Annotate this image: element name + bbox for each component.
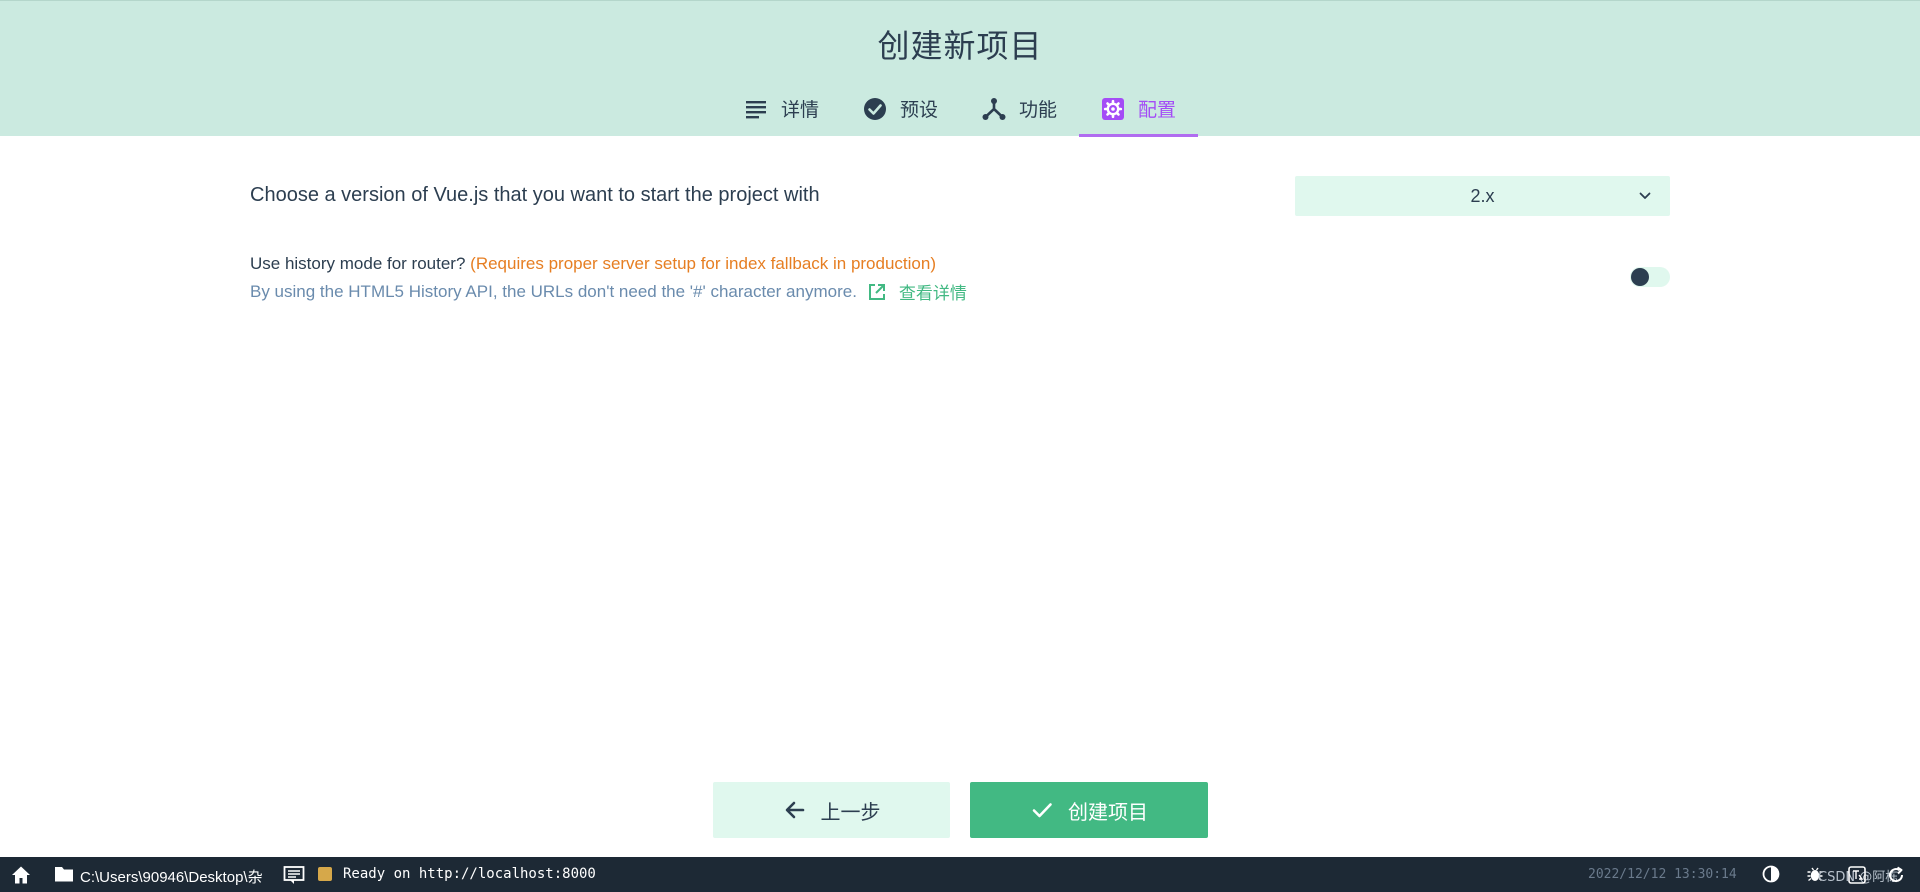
status-datetime: 2022/12/12 13:30:14 [1588,867,1737,882]
step-tabs: 详情 预设 功能 配置 [0,83,1920,137]
current-path[interactable]: C:\Users\90946\Desktop\杂 [80,866,263,887]
log-icon[interactable] [283,865,305,885]
tab-label: 预设 [899,99,938,121]
tab-configuration[interactable]: 配置 [1079,83,1199,137]
tab-presets[interactable]: 预设 [841,83,960,137]
fork-icon [982,97,1006,121]
log-badge-icon [318,867,332,881]
status-bar: C:\Users\90946\Desktop\杂 Ready on http:/… [0,857,1920,892]
check-circle-icon [863,97,887,121]
history-mode-toggle[interactable] [1630,267,1670,287]
tab-details[interactable]: 详情 [722,83,841,137]
check-icon [1032,803,1052,818]
vue-version-row: Choose a version of Vue.js that you want… [250,176,1670,216]
vue-version-value: 2.x [1470,185,1495,206]
translate-icon[interactable] [1848,866,1866,884]
create-project-label: 创建项目 [1068,799,1148,824]
home-icon[interactable] [10,864,32,886]
tab-label: 配置 [1138,99,1177,121]
page-title: 创建新项目 [877,27,1043,65]
external-link-icon [868,283,885,300]
previous-step-button[interactable]: 上一步 [713,782,950,838]
gear-icon [1101,97,1125,121]
tab-label: 详情 [780,99,819,121]
server-status: Ready on http://localhost:8000 [343,866,596,882]
header: 创建新项目 详情 预设 功能 配置 [0,0,1920,137]
contrast-icon[interactable] [1762,865,1780,883]
tab-label: 功能 [1019,99,1058,121]
vue-version-label: Choose a version of Vue.js that you want… [250,184,820,206]
history-mode-title: Use history mode for router? (Requires p… [250,254,936,274]
chevron-down-icon [1639,192,1651,199]
history-mode-description: By using the HTML5 History API, the URLs… [250,279,967,305]
refresh-icon[interactable] [1886,865,1906,885]
history-mode-row: Use history mode for router? (Requires p… [250,254,1670,314]
toggle-knob [1631,268,1649,286]
arrow-left-icon [785,801,804,819]
tab-features[interactable]: 功能 [960,83,1079,137]
history-mode-warning: (Requires proper server setup for index … [470,254,936,273]
folder-icon[interactable] [54,865,74,883]
more-info-link[interactable]: 查看详情 [867,279,967,304]
previous-step-label: 上一步 [820,799,881,824]
list-icon [744,97,768,121]
history-mode-question: Use history mode for router? [250,254,466,273]
history-mode-desc-text: By using the HTML5 History API, the URLs… [250,281,857,301]
more-info-label: 查看详情 [898,284,967,304]
vue-version-select[interactable]: 2.x [1295,176,1670,216]
create-project-button[interactable]: 创建项目 [970,782,1208,838]
